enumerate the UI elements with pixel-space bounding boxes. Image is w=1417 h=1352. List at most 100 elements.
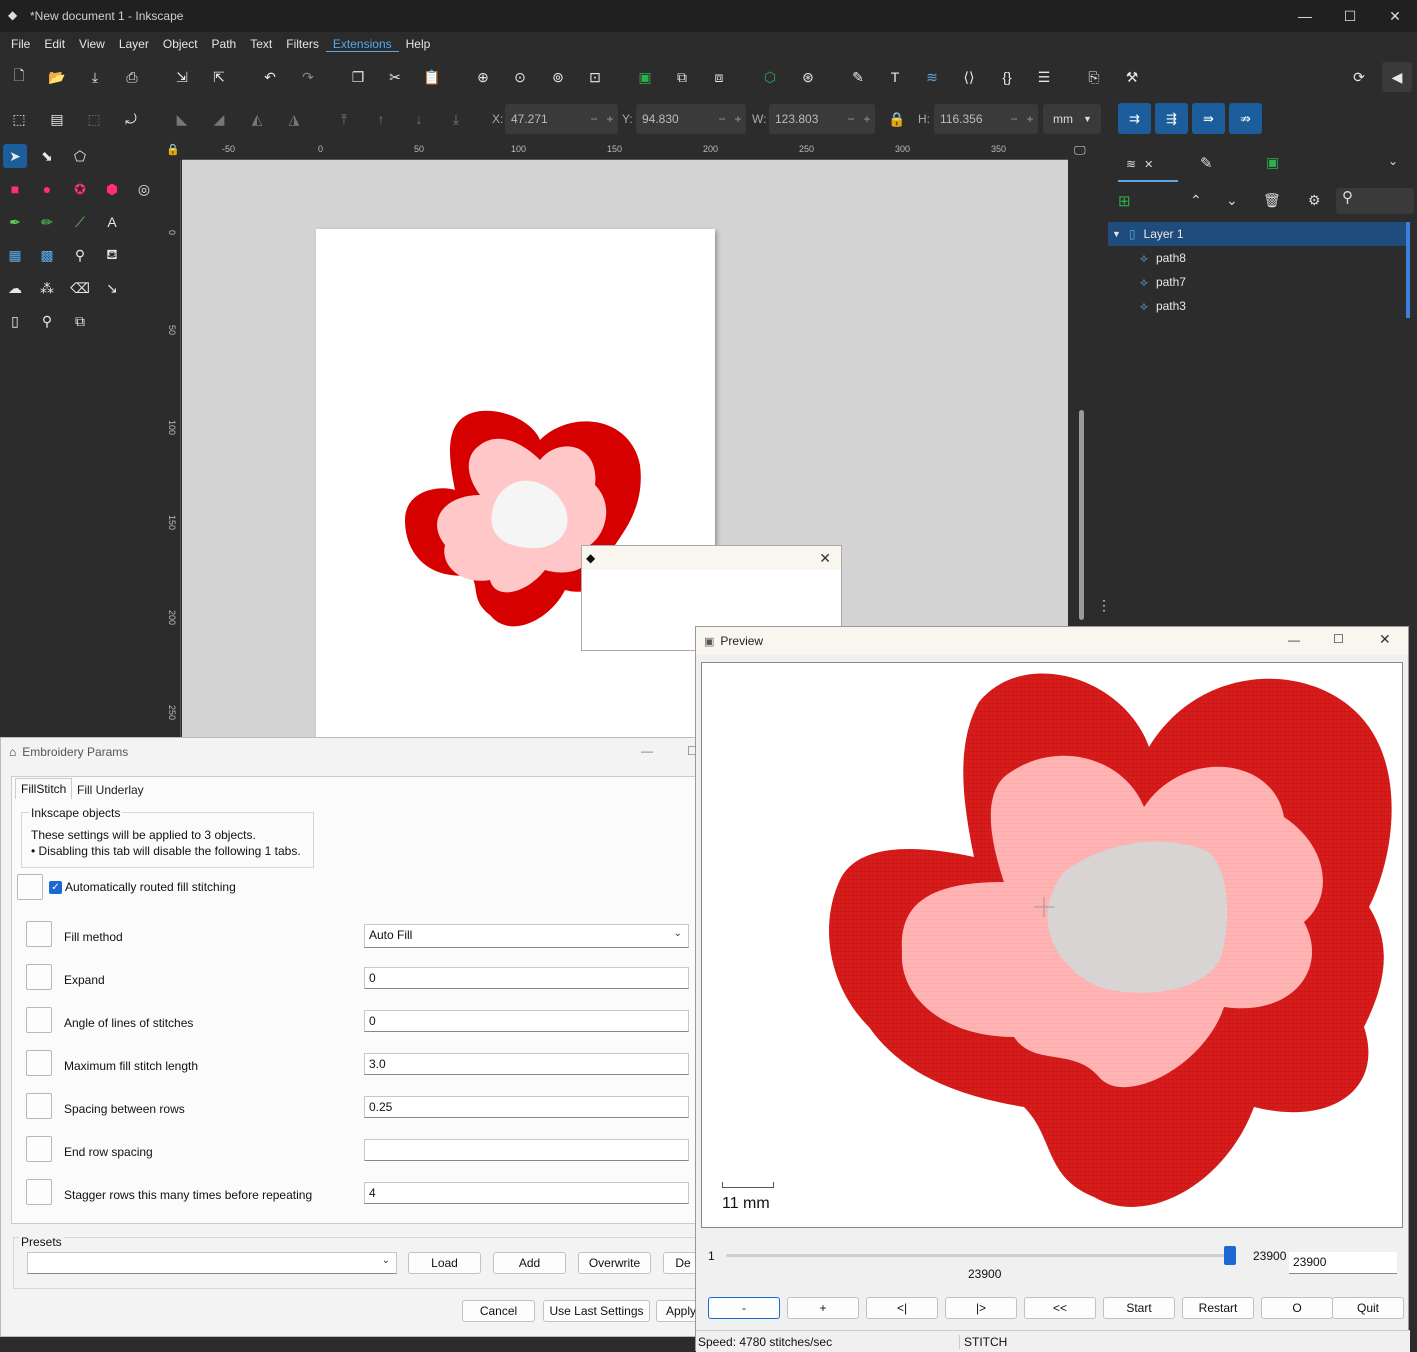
add-layer-icon[interactable]: ⊞ [1118,192,1131,210]
tab-fill-underlay[interactable]: Fill Underlay [73,780,148,800]
plus-icon[interactable]: + [1022,112,1038,126]
stitch-slider-handle[interactable] [1224,1246,1236,1265]
menu-view[interactable]: View [72,37,112,51]
end-row-spacing-input[interactable] [364,1139,689,1161]
new-document-icon[interactable]: 🗋 [8,66,30,88]
3d-box-tool-icon[interactable]: ⬢ [100,177,124,201]
tabs-menu-chevron-icon[interactable]: ⌄ [1388,154,1398,168]
vertical-scrollbar[interactable] [1079,410,1084,620]
delete-layer-icon[interactable]: 🗑 [1263,192,1281,209]
angle-input[interactable]: 0 [364,1010,689,1032]
paint-bucket-tool-icon[interactable]: ⛾ [100,243,124,267]
clone-icon[interactable]: ⧉ [671,66,693,88]
page-tool-icon[interactable]: ▯ [3,309,27,333]
group-icon[interactable]: ▣ [634,66,656,88]
layers-tab[interactable]: ≋ ✕ [1118,148,1178,182]
unit-select[interactable]: mm ▼ [1043,104,1101,134]
expand-triangle-icon[interactable]: ▼ [1112,229,1121,239]
snap-menu-icon[interactable]: ◀ [1382,62,1412,92]
w-field[interactable]: 123.803 − + [769,104,875,134]
quit-button[interactable]: Quit [1332,1297,1404,1319]
faster-button[interactable]: + [787,1297,859,1319]
minimize-button[interactable]: — [1288,633,1300,647]
h-field[interactable]: 116.356 − + [934,104,1038,134]
minus-icon[interactable]: − [1006,112,1022,126]
paste-icon[interactable]: 📋 [421,66,443,88]
step-forward-button[interactable]: |> [945,1297,1017,1319]
minimize-button[interactable]: — [1282,0,1328,32]
calligraphy-tool-icon[interactable]: ⟋ [68,210,92,234]
select-all-layers-icon[interactable]: ▤ [46,108,68,130]
restart-button[interactable]: Restart [1182,1297,1254,1319]
menu-edit[interactable]: Edit [37,37,72,51]
stagger-input[interactable]: 4 [364,1182,689,1204]
import-icon[interactable]: ⇲ [171,66,193,88]
selector-tool-icon[interactable]: ➤ [3,144,27,168]
menu-file[interactable]: File [4,37,37,51]
align-icon[interactable]: ☰ [1033,66,1055,88]
move-patterns-toggle[interactable]: ⇏ [1229,103,1262,134]
raise-icon[interactable]: ↑ [370,108,392,130]
auto-route-checkbox[interactable]: ✓ [49,881,62,894]
document-properties-icon[interactable]: ⎘ [1083,66,1105,88]
reverse-button[interactable]: << [1024,1297,1096,1319]
slower-button[interactable]: - [708,1297,780,1319]
minus-icon[interactable]: − [586,112,602,126]
rotate-90-icon[interactable]: ⤾ [120,108,142,130]
add-preset-button[interactable]: Add [493,1252,566,1274]
rotate-ccw-icon[interactable]: ◣ [171,108,193,130]
unlink-clone-icon[interactable]: ⧈ [708,66,730,88]
raise-layer-icon[interactable]: ⌃ [1190,192,1202,209]
export-tab-icon[interactable]: ▣ [1266,154,1279,171]
close-button[interactable]: ✕ [1379,631,1391,648]
duplicate-icon[interactable]: ❐ [347,66,369,88]
plus-icon[interactable]: + [602,112,618,126]
node-tool-icon[interactable]: ⬊ [35,144,59,168]
zoom-drawing-icon[interactable]: ⊙ [509,66,531,88]
layers-icon[interactable]: ≋ [921,66,943,88]
presets-select[interactable]: ⌄ [27,1252,397,1274]
stagger-checkbox[interactable] [26,1179,52,1205]
lock-icon[interactable]: 🔒 [886,108,908,130]
zoom-page-icon[interactable]: ⊚ [547,66,569,88]
expand-input[interactable]: 0 [364,967,689,989]
cut-icon[interactable]: ✂ [384,66,406,88]
use-last-settings-button[interactable]: Use Last Settings [543,1300,650,1322]
load-preset-button[interactable]: Load [408,1252,481,1274]
save-icon[interactable]: ⤓ [84,66,106,88]
menu-help[interactable]: Help [399,37,438,51]
flip-vertical-icon[interactable]: ◮ [283,108,305,130]
undo-icon[interactable]: ↶ [259,66,281,88]
zoom-selection-icon[interactable]: ⊕ [472,66,494,88]
eraser-tool-icon[interactable]: ⌫ [68,276,92,300]
node-snap-icon[interactable]: ⬡ [759,66,781,88]
xml-editor-icon[interactable]: ⟨⟩ [958,66,980,88]
lower-layer-icon[interactable]: ⌄ [1226,192,1238,209]
zoom-fit-icon[interactable]: ⊡ [584,66,606,88]
zoom-tool-icon[interactable]: ⚲ [35,309,59,333]
row-spacing-input[interactable]: 0.25 [364,1096,689,1118]
selectors-icon[interactable]: {} [996,66,1018,88]
max-stitch-length-input[interactable]: 3.0 [364,1053,689,1075]
layer-row-path3[interactable]: ⟡ path3 [1108,294,1408,318]
ellipse-tool-icon[interactable]: ● [35,177,59,201]
end-row-spacing-checkbox[interactable] [26,1136,52,1162]
maximize-button[interactable]: ☐ [1333,632,1344,646]
maximize-button[interactable]: ☐ [1327,0,1373,32]
fill-stroke-tab-icon[interactable]: ✎ [1200,154,1213,172]
fill-stroke-icon[interactable]: ✎ [847,66,869,88]
lower-icon[interactable]: ↓ [408,108,430,130]
spray-tool-icon[interactable]: ⁂ [35,276,59,300]
tweak-object-tool-icon[interactable]: ☁ [3,276,27,300]
row-spacing-checkbox[interactable] [26,1093,52,1119]
menu-path[interactable]: Path [205,37,244,51]
deselect-icon[interactable]: ⬚ [83,108,105,130]
text-font-icon[interactable]: T [884,66,906,88]
move-gradients-toggle[interactable]: ⇛ [1192,103,1225,134]
layer-row-path8[interactable]: ⟡ path8 [1108,246,1408,270]
fill-method-checkbox[interactable] [26,921,52,947]
print-icon[interactable]: ⎙ [121,66,143,88]
step-back-button[interactable]: <| [866,1297,938,1319]
pages-tool-icon[interactable]: ⧉ [68,309,92,333]
gradient-tool-icon[interactable]: ▦ [3,243,27,267]
